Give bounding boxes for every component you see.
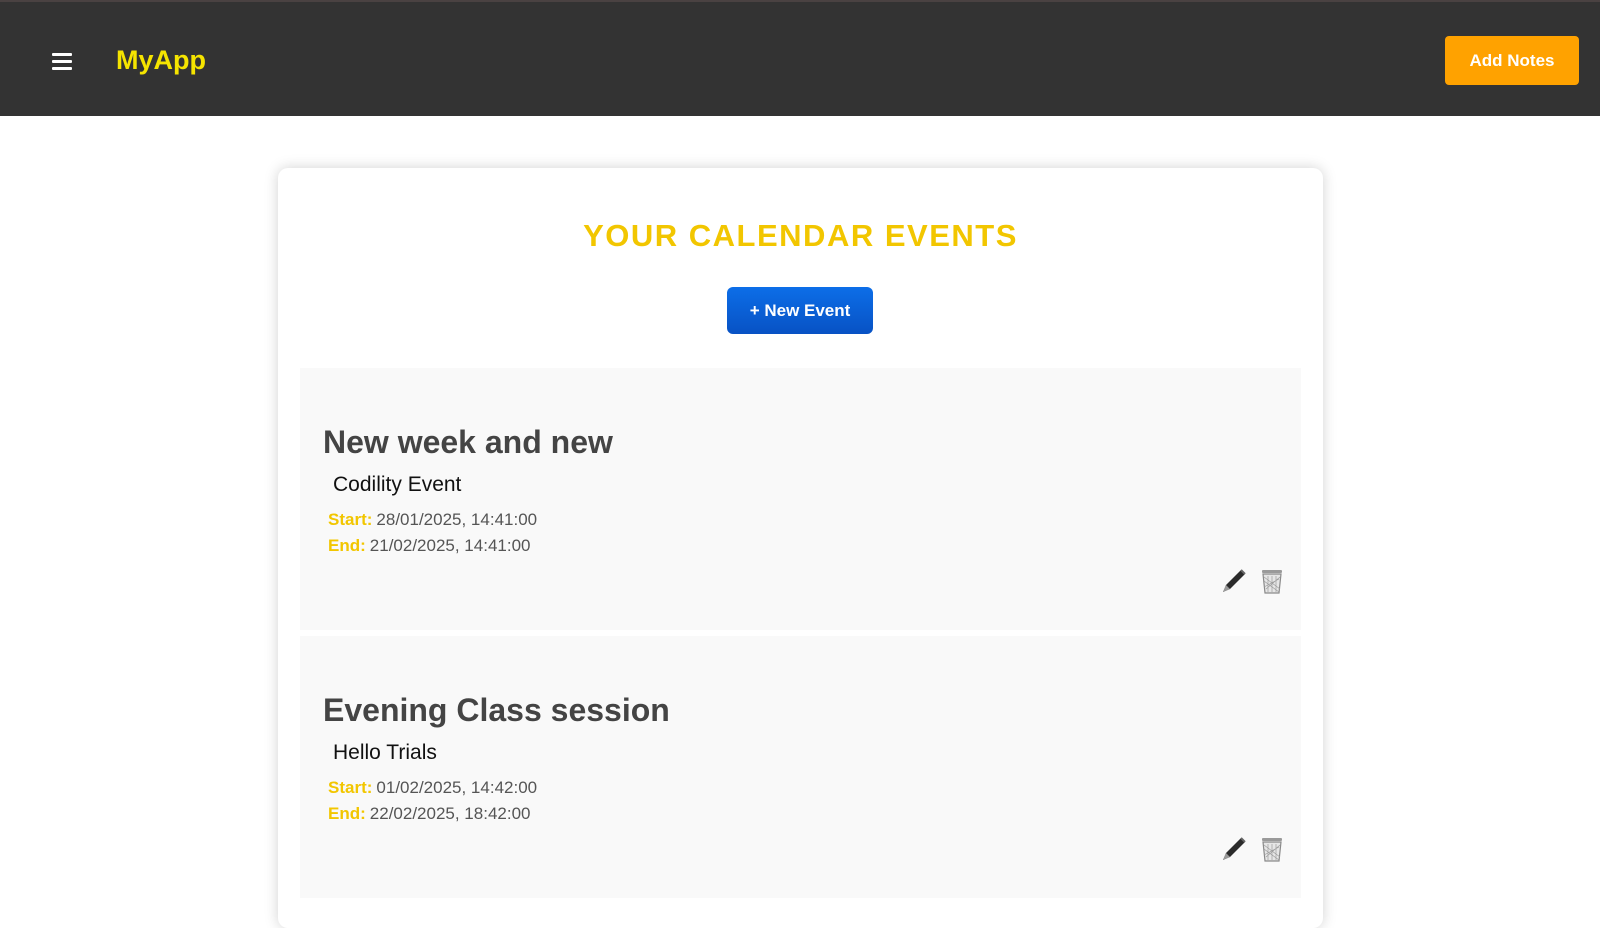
event-title: Evening Class session [323, 692, 670, 728]
trash-icon[interactable] [1258, 567, 1286, 595]
end-value: 22/02/2025, 18:42:00 [369, 804, 531, 823]
end-label: End: [328, 536, 366, 555]
event-end: End: 22/02/2025, 18:42:00 [328, 804, 530, 824]
pencil-icon[interactable] [1220, 835, 1248, 863]
event-title: New week and new [323, 424, 613, 460]
start-label: Start: [328, 510, 373, 529]
trash-icon[interactable] [1258, 835, 1286, 863]
event-description: Hello Trials [333, 741, 437, 764]
event-card: Evening Class session Hello Trials Start… [300, 636, 1301, 898]
hamburger-menu-icon[interactable] [52, 53, 72, 70]
event-card: New week and new Codility Event Start: 28… [300, 368, 1301, 630]
event-start: Start: 28/01/2025, 14:41:00 [328, 510, 537, 530]
event-start: Start: 01/02/2025, 14:42:00 [328, 778, 537, 798]
new-event-button[interactable]: + New Event [727, 287, 873, 334]
events-card: YOUR CALENDAR EVENTS + New Event New wee… [278, 168, 1323, 928]
page-title: YOUR CALENDAR EVENTS [583, 218, 1018, 253]
start-value: 28/01/2025, 14:41:00 [376, 510, 538, 529]
start-value: 01/02/2025, 14:42:00 [376, 778, 538, 797]
app-brand[interactable]: MyApp [116, 44, 206, 76]
start-label: Start: [328, 778, 373, 797]
end-value: 21/02/2025, 14:41:00 [369, 536, 531, 555]
event-description: Codility Event [333, 473, 462, 496]
add-notes-button[interactable]: Add Notes [1445, 36, 1579, 85]
event-end: End: 21/02/2025, 14:41:00 [328, 536, 530, 556]
end-label: End: [328, 804, 366, 823]
top-navbar: MyApp Add Notes [0, 0, 1600, 116]
pencil-icon[interactable] [1220, 567, 1248, 595]
